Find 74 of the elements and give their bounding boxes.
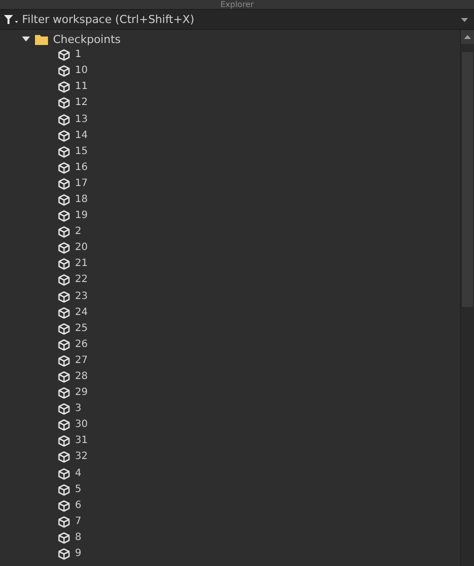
cube-icon — [58, 371, 70, 384]
filter-icon[interactable] — [4, 15, 18, 24]
cube-icon — [58, 194, 70, 206]
cube-icon — [58, 338, 70, 351]
cube-icon — [58, 516, 70, 528]
part-label[interactable]: 14 — [75, 130, 88, 142]
cube-icon — [58, 451, 70, 464]
part-label[interactable]: 23 — [75, 290, 88, 303]
part-label[interactable]: 6 — [75, 500, 82, 512]
cube-icon — [58, 210, 70, 222]
part-label[interactable]: 26 — [75, 338, 88, 351]
cube-icon — [58, 484, 70, 496]
part-label[interactable]: 5 — [75, 484, 82, 496]
part-label[interactable]: 21 — [75, 258, 88, 270]
cube-icon — [58, 387, 70, 400]
part-label[interactable]: 22 — [75, 274, 88, 286]
window-title: Explorer — [220, 0, 254, 9]
cube-icon — [58, 242, 70, 254]
cube-icon — [58, 146, 70, 158]
scrollbar[interactable] — [460, 30, 474, 566]
part-label[interactable]: 8 — [75, 532, 82, 544]
part-label[interactable]: 29 — [75, 387, 88, 400]
part-label[interactable]: 9 — [75, 548, 82, 560]
cube-icon — [58, 65, 70, 78]
dropdown-icon[interactable] — [461, 18, 468, 22]
folder-icon — [35, 34, 48, 45]
cube-icon — [58, 162, 70, 174]
part-label[interactable]: 25 — [75, 322, 88, 335]
cube-icon — [58, 114, 70, 126]
part-label[interactable]: 24 — [75, 306, 88, 319]
cube-icon — [58, 49, 70, 62]
cube-icon — [58, 468, 70, 480]
part-label[interactable]: 15 — [75, 146, 88, 158]
part-label[interactable]: 4 — [75, 468, 82, 480]
cube-icon — [58, 226, 70, 238]
cube-icon — [58, 274, 70, 286]
part-label[interactable]: 13 — [75, 114, 88, 126]
part-label[interactable]: 18 — [75, 194, 88, 206]
cube-icon — [58, 532, 70, 544]
filter-bar[interactable]: Filter workspace (Ctrl+Shift+X) — [0, 9, 474, 30]
cube-icon — [58, 97, 70, 110]
cube-icon — [58, 258, 70, 270]
cube-icon — [58, 178, 70, 190]
caret-icon[interactable] — [22, 35, 30, 44]
cube-icon — [58, 290, 70, 303]
cube-icon — [58, 306, 70, 319]
filter-field[interactable]: Filter workspace (Ctrl+Shift+X) — [22, 13, 457, 26]
cube-icon — [58, 130, 70, 142]
cube-icon — [58, 435, 70, 448]
part-label[interactable]: 11 — [75, 81, 88, 94]
part-label[interactable]: 20 — [75, 242, 88, 254]
cube-icon — [58, 354, 70, 367]
part-label[interactable]: 10 — [75, 65, 88, 78]
cube-icon — [58, 548, 70, 560]
cube-icon — [58, 500, 70, 512]
part-label[interactable]: 28 — [75, 371, 88, 384]
folder-label[interactable]: Checkpoints — [53, 32, 121, 46]
part-label[interactable]: 27 — [75, 354, 88, 367]
part-label[interactable]: 2 — [75, 226, 82, 238]
part-label[interactable]: 31 — [75, 435, 88, 448]
part-label[interactable]: 17 — [75, 178, 88, 190]
part-label[interactable]: 12 — [75, 97, 88, 110]
cube-icon — [58, 322, 70, 335]
part-label[interactable]: 19 — [75, 210, 88, 222]
part-label[interactable]: 1 — [75, 49, 82, 62]
part-label[interactable]: 16 — [75, 162, 88, 174]
scroll-up-icon[interactable] — [464, 35, 471, 39]
part-label[interactable]: 32 — [75, 451, 88, 464]
cube-icon — [58, 403, 70, 416]
part-label[interactable]: 30 — [75, 419, 88, 432]
part-label[interactable]: 7 — [75, 516, 82, 528]
cube-icon — [58, 419, 70, 432]
cube-icon — [58, 81, 70, 94]
part-label[interactable]: 3 — [75, 403, 82, 416]
